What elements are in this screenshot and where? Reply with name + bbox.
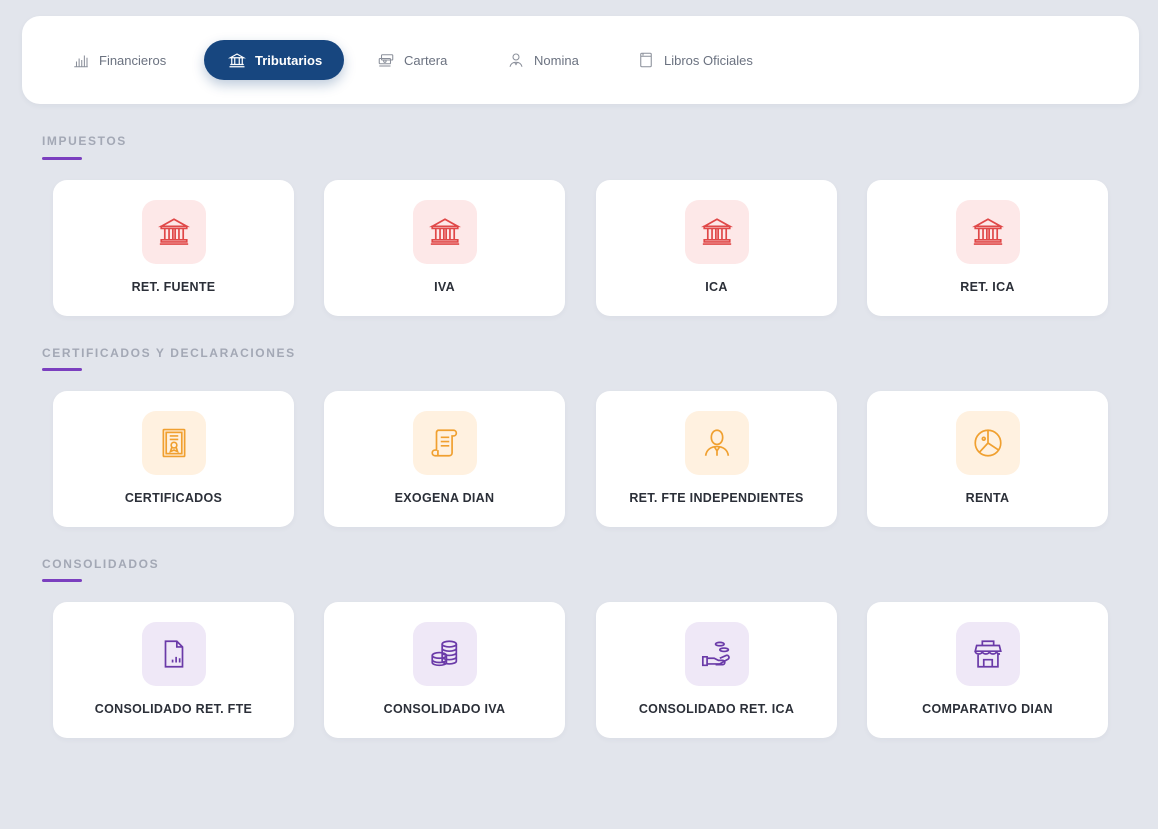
card-ret-fuente[interactable]: RET. FUENTE	[53, 180, 294, 316]
tab-nomina[interactable]: Nomina	[507, 40, 579, 80]
pie-chart-icon	[956, 411, 1020, 475]
card-label: CONSOLIDADO RET. ICA	[638, 702, 795, 716]
section-underline	[42, 579, 82, 582]
bank-icon	[413, 200, 477, 264]
card-iva[interactable]: IVA	[324, 180, 565, 316]
tab-libros-oficiales[interactable]: Libros Oficiales	[637, 40, 753, 80]
card-label: RET. FUENTE	[131, 280, 216, 294]
module-tabs: Financieros Tributarios Cartera Nomina L…	[22, 40, 1139, 80]
card-consolidado-ret-ica[interactable]: CONSOLIDADO RET. ICA	[596, 602, 837, 738]
bank-icon	[685, 200, 749, 264]
card-label: RET. FTE INDEPENDIENTES	[629, 491, 804, 505]
card-ret-ica[interactable]: RET. ICA	[867, 180, 1108, 316]
tab-label: Financieros	[99, 52, 167, 68]
card-certificados[interactable]: CERTIFICADOS	[53, 391, 294, 527]
card-renta[interactable]: RENTA	[867, 391, 1108, 527]
scroll-icon	[413, 411, 477, 475]
section-title-certificados: CERTIFICADOS Y DECLARACIONES	[42, 346, 296, 360]
bank-icon	[956, 200, 1020, 264]
bank-icon	[228, 51, 246, 69]
bank-icon	[142, 200, 206, 264]
book-icon	[637, 51, 655, 69]
tab-tributarios[interactable]: Tributarios	[204, 40, 345, 80]
tab-label: Libros Oficiales	[664, 52, 753, 68]
card-label: CONSOLIDADO RET. FTE	[94, 702, 253, 716]
card-label: RET. ICA	[960, 280, 1015, 294]
tab-label: Cartera	[404, 52, 448, 68]
card-ret-fte-independientes[interactable]: RET. FTE INDEPENDIENTES	[596, 391, 837, 527]
coins-icon	[413, 622, 477, 686]
section-title-impuestos: IMPUESTOS	[42, 134, 127, 148]
tab-label: Tributarios	[255, 52, 323, 68]
card-label: CONSOLIDADO IVA	[383, 702, 506, 716]
tab-cartera[interactable]: Cartera	[377, 40, 447, 80]
certificate-icon	[142, 411, 206, 475]
module-tab-bar: Financieros Tributarios Cartera Nomina L…	[22, 16, 1139, 104]
tab-label: Nomina	[534, 52, 579, 68]
card-ica[interactable]: ICA	[596, 180, 837, 316]
card-label: CERTIFICADOS	[124, 491, 223, 505]
person-icon	[685, 411, 749, 475]
section-underline	[42, 157, 82, 160]
bar-chart-icon	[72, 51, 90, 69]
money-stack-icon	[377, 51, 395, 69]
card-label: IVA	[434, 280, 455, 294]
card-comparativo-dian[interactable]: COMPARATIVO DIAN	[867, 602, 1108, 738]
section-title-consolidados: CONSOLIDADOS	[42, 557, 160, 571]
card-consolidado-iva[interactable]: CONSOLIDADO IVA	[324, 602, 565, 738]
card-label: ICA	[705, 280, 728, 294]
card-consolidado-ret-fte[interactable]: CONSOLIDADO RET. FTE	[53, 602, 294, 738]
person-icon	[507, 51, 525, 69]
card-label: COMPARATIVO DIAN	[922, 702, 1053, 716]
card-exogena-dian[interactable]: EXOGENA DIAN	[324, 391, 565, 527]
document-chart-icon	[142, 622, 206, 686]
card-label: RENTA	[965, 491, 1010, 505]
card-label: EXOGENA DIAN	[394, 491, 495, 505]
tab-financieros[interactable]: Financieros	[72, 40, 166, 80]
section-underline	[42, 368, 82, 371]
store-icon	[956, 622, 1020, 686]
hand-coins-icon	[685, 622, 749, 686]
